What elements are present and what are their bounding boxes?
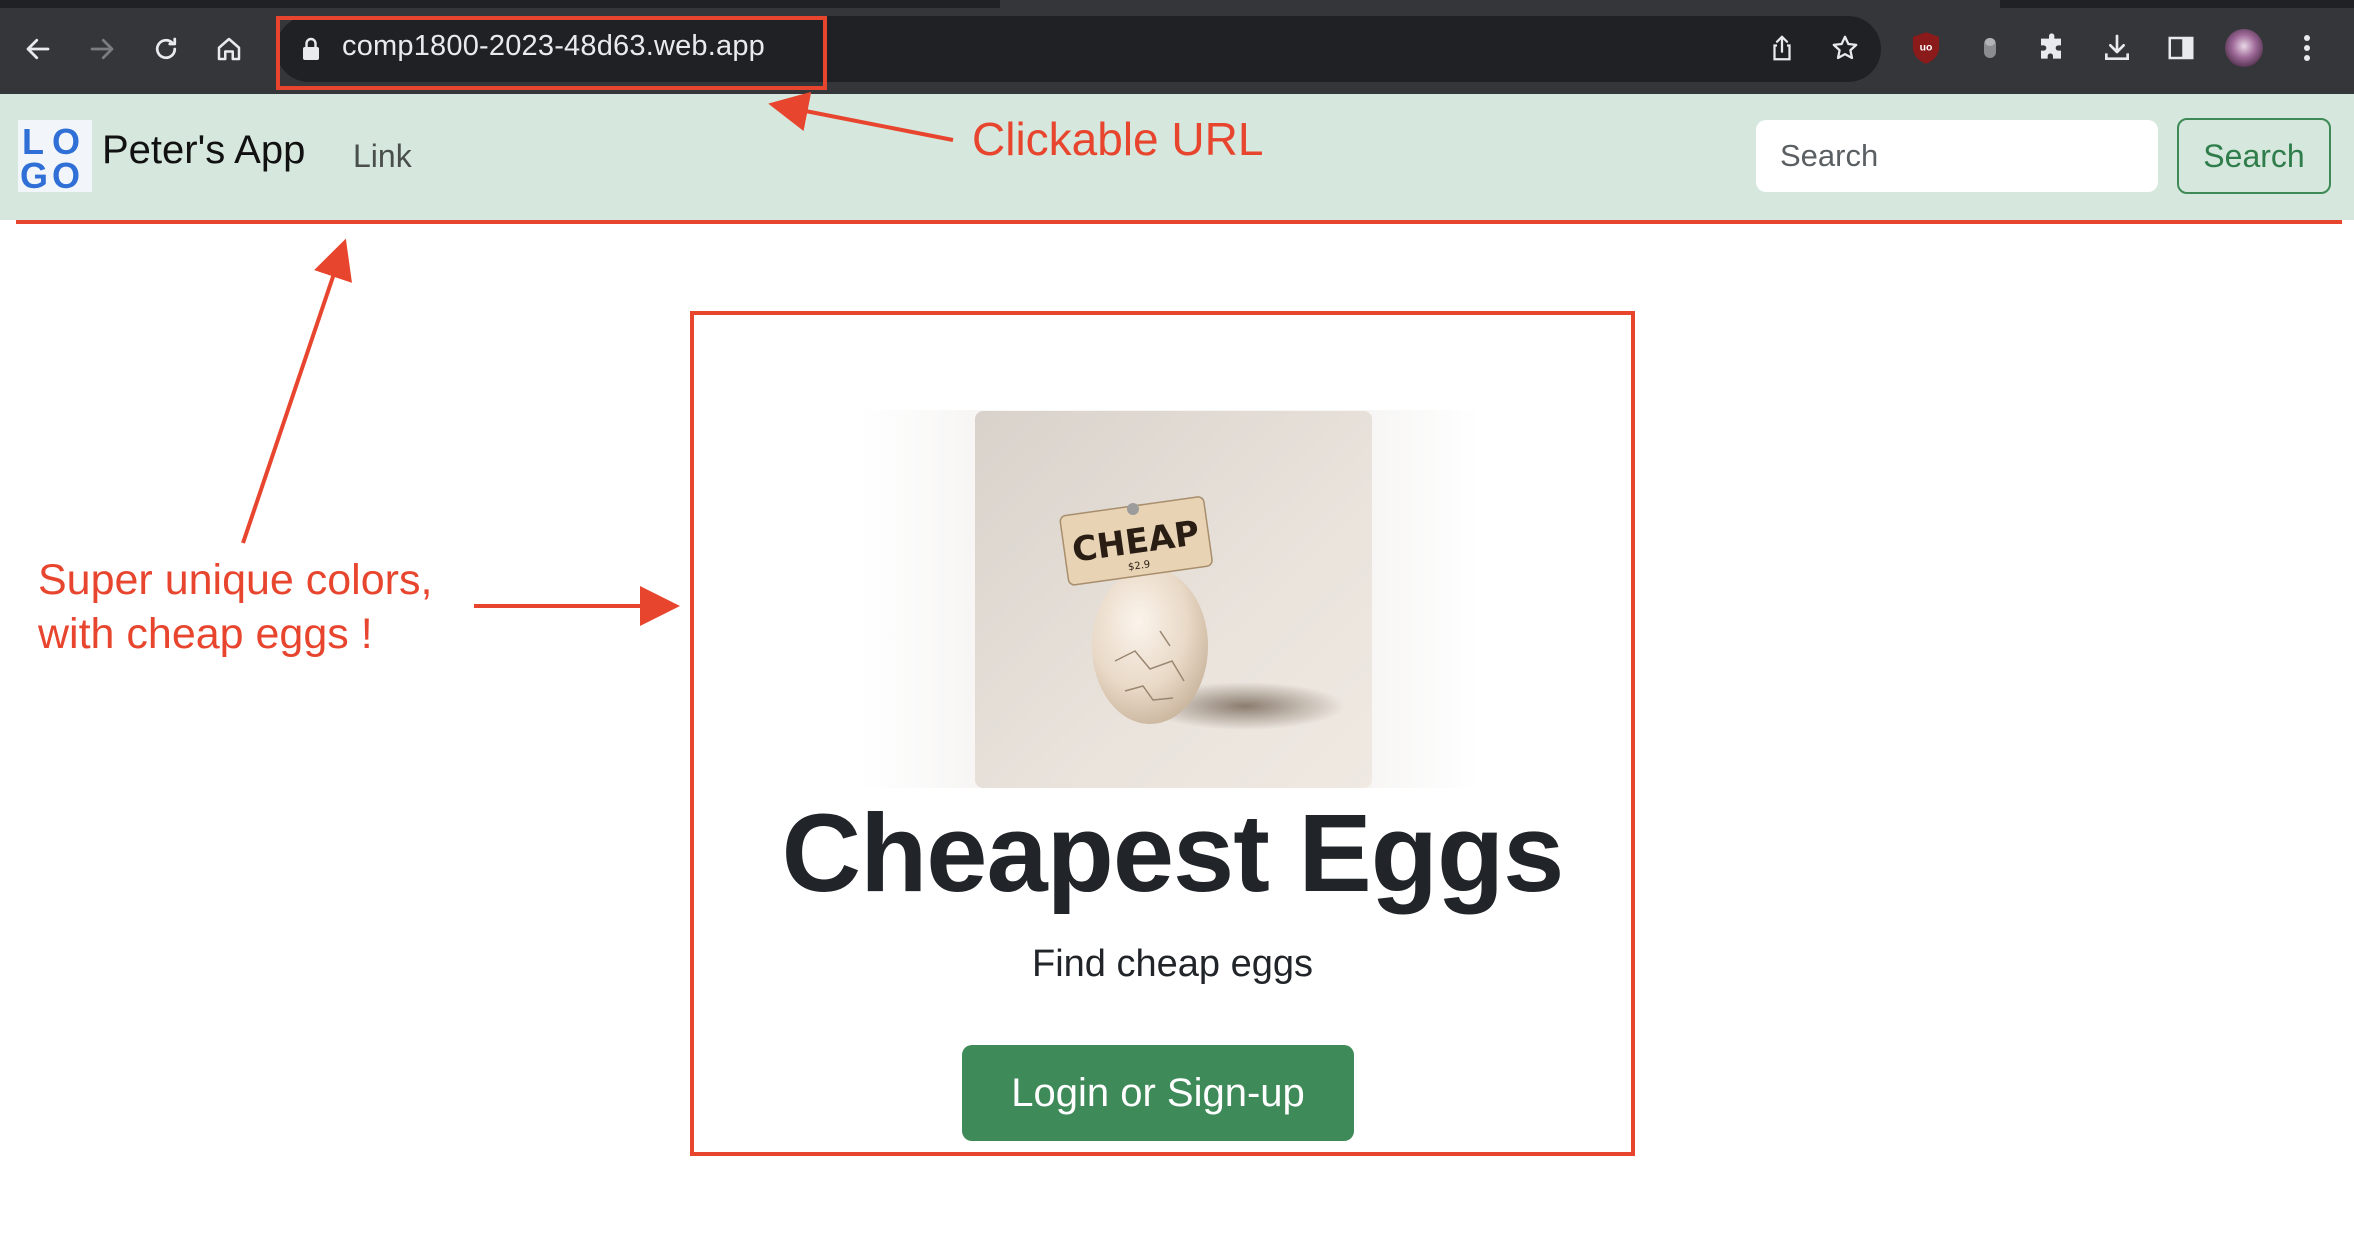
download-icon[interactable] <box>2097 28 2137 68</box>
tab-strip-edge <box>0 0 2354 8</box>
reload-icon[interactable] <box>144 27 188 71</box>
nav-link[interactable]: Link <box>353 138 412 175</box>
search-input[interactable] <box>1756 120 2158 192</box>
search-button[interactable]: Search <box>2177 118 2331 194</box>
annotation-url-note: Clickable URL <box>972 113 1264 165</box>
svg-text:G: G <box>20 155 48 192</box>
kebab-menu-icon[interactable] <box>2287 28 2327 68</box>
ublock-icon[interactable]: uo <box>1906 28 1946 68</box>
svg-text:O: O <box>52 155 80 192</box>
hero-title: Cheapest Eggs <box>781 792 1565 915</box>
arrow-to-navbar <box>241 238 352 544</box>
annotation-underline <box>16 220 2342 224</box>
extension-icon[interactable] <box>1970 28 2010 68</box>
svg-text:uo: uo <box>1920 43 1933 54</box>
profile-avatar[interactable] <box>2224 28 2264 68</box>
annotation-url-box <box>276 16 827 90</box>
back-arrow-icon[interactable] <box>16 27 60 71</box>
sidepanel-icon[interactable] <box>2161 28 2201 68</box>
brand-name[interactable]: Peter's App <box>102 128 305 173</box>
star-icon[interactable] <box>1825 28 1865 68</box>
login-signup-button[interactable]: Login or Sign-up <box>962 1045 1354 1141</box>
annotation-colors-line2: with cheap eggs ! <box>38 610 373 658</box>
hero-egg-image: CHEAP $2.9 <box>975 411 1372 788</box>
home-icon[interactable] <box>207 27 251 71</box>
annotation-colors-line1: Super unique colors, <box>38 556 433 604</box>
share-icon[interactable] <box>1762 28 1802 68</box>
annotation-colors-note: Super unique colors, with cheap eggs ! <box>38 553 432 661</box>
forward-arrow-icon[interactable] <box>80 27 124 71</box>
hero-subtitle: Find cheap eggs <box>1032 943 1313 985</box>
logo[interactable]: L O G O <box>18 120 92 196</box>
puzzle-icon[interactable] <box>2033 28 2073 68</box>
